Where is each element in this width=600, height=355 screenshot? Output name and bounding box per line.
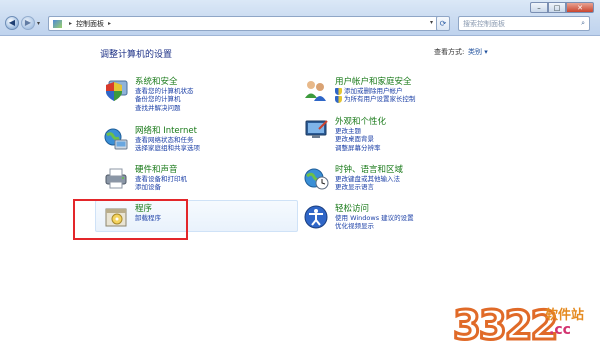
refresh-icon: ⟳ bbox=[439, 19, 447, 28]
category-system-security[interactable]: 系统和安全 查看您的计算机状态 备份您的计算机 查找并解决问题 bbox=[103, 77, 194, 112]
close-icon: ✕ bbox=[577, 3, 583, 12]
watermark-number: 3322 bbox=[451, 303, 559, 350]
search-input[interactable]: 搜索控制面板 ⌕ bbox=[458, 16, 590, 31]
close-button[interactable]: ✕ bbox=[566, 2, 594, 13]
category-link[interactable]: 添加设备 bbox=[135, 183, 187, 191]
maximize-icon: □ bbox=[553, 3, 561, 12]
link-text: 查找并解决问题 bbox=[135, 103, 181, 112]
category-title[interactable]: 轻松访问 bbox=[335, 204, 414, 214]
category-link[interactable]: 查找并解决问题 bbox=[135, 104, 194, 112]
control-panel-small-icon bbox=[53, 19, 62, 28]
network-icon bbox=[103, 126, 129, 152]
category-ease-of-access[interactable]: 轻松访问 使用 Windows 建议的设置 优化视频显示 bbox=[303, 204, 414, 231]
search-icon: ⌕ bbox=[581, 19, 585, 27]
page-title: 调整计算机的设置 bbox=[100, 50, 173, 60]
link-text: 备份您的计算机 bbox=[135, 95, 181, 104]
clock-globe-icon bbox=[303, 165, 329, 191]
search-placeholder: 搜索控制面板 bbox=[463, 19, 505, 28]
category-title[interactable]: 外观和个性化 bbox=[335, 117, 386, 127]
link-text: 选择家庭组和共享选项 bbox=[135, 144, 200, 153]
address-bar[interactable]: ▸ 控制面板 ▸ ▾ bbox=[48, 16, 448, 31]
minimize-icon: – bbox=[537, 3, 541, 12]
category-link[interactable]: 调整屏幕分辨率 bbox=[335, 144, 386, 152]
category-link[interactable]: 为所有用户设置家长控制 bbox=[335, 95, 416, 103]
link-text: 更改显示语言 bbox=[335, 183, 374, 192]
minimize-button[interactable]: – bbox=[530, 2, 548, 13]
watermark-text: 软件站 bbox=[545, 308, 585, 323]
category-title[interactable]: 用户帐户和家庭安全 bbox=[335, 77, 416, 87]
recent-pages-icon[interactable]: ▾ bbox=[37, 20, 40, 27]
maximize-button[interactable]: □ bbox=[548, 2, 566, 13]
users-icon bbox=[303, 77, 329, 103]
window-titlebar: – □ ✕ ◀ ▶ ▾ ▸ 控制面板 ▸ ▾ ⟳ 搜索控制面板 ⌕ bbox=[0, 0, 600, 36]
category-title[interactable]: 硬件和声音 bbox=[135, 165, 187, 175]
watermark-logo: 3322 软件站 .cc bbox=[451, 296, 600, 355]
refresh-button[interactable]: ⟳ bbox=[436, 16, 450, 31]
breadcrumb-item[interactable]: 控制面板 bbox=[76, 19, 104, 29]
category-link[interactable]: 更改显示语言 bbox=[335, 183, 403, 191]
link-text: 更改桌面背景 bbox=[335, 135, 374, 144]
category-link[interactable]: 优化视频显示 bbox=[335, 222, 414, 230]
category-network-internet[interactable]: 网络和 Internet 查看网络状态和任务 选择家庭组和共享选项 bbox=[103, 126, 200, 153]
uac-shield-icon bbox=[335, 87, 342, 95]
forward-arrow-icon: ▶ bbox=[24, 18, 32, 27]
printer-icon bbox=[103, 165, 129, 191]
link-text: 为所有用户设置家长控制 bbox=[344, 95, 416, 104]
ease-of-access-icon bbox=[303, 204, 329, 230]
back-arrow-icon: ◀ bbox=[8, 18, 16, 27]
breadcrumb-separator-icon: ▸ bbox=[69, 20, 73, 27]
highlight-box bbox=[73, 199, 188, 240]
category-hardware-sound[interactable]: 硬件和声音 查看设备和打印机 添加设备 bbox=[103, 165, 187, 192]
view-by-label: 查看方式: bbox=[434, 48, 465, 56]
category-clock-language-region[interactable]: 时钟、语言和区域 更改键盘或其他输入法 更改显示语言 bbox=[303, 165, 403, 192]
category-title[interactable]: 系统和安全 bbox=[135, 77, 194, 87]
link-text: 添加设备 bbox=[135, 183, 161, 192]
category-link[interactable]: 更改桌面背景 bbox=[335, 135, 386, 143]
uac-shield-icon bbox=[335, 96, 342, 104]
view-by-dropdown[interactable]: 类别 ▾ bbox=[468, 47, 488, 57]
category-title[interactable]: 网络和 Internet bbox=[135, 126, 200, 136]
appearance-icon bbox=[303, 117, 329, 143]
watermark-domain: .cc bbox=[549, 322, 571, 338]
shield-pc-icon bbox=[103, 77, 129, 103]
category-title[interactable]: 时钟、语言和区域 bbox=[335, 165, 403, 175]
forward-button[interactable]: ▶ bbox=[21, 16, 35, 30]
breadcrumb-separator-icon: ▸ bbox=[108, 20, 112, 27]
link-text: 调整屏幕分辨率 bbox=[335, 143, 381, 152]
category-user-accounts[interactable]: 用户帐户和家庭安全 添加或删除用户帐户 为所有用户设置家长控制 bbox=[303, 77, 416, 104]
back-button[interactable]: ◀ bbox=[5, 16, 19, 30]
category-link[interactable]: 备份您的计算机 bbox=[135, 95, 194, 103]
address-dropdown-icon[interactable]: ▾ bbox=[430, 19, 433, 26]
category-appearance[interactable]: 外观和个性化 更改主题 更改桌面背景 调整屏幕分辨率 bbox=[303, 117, 386, 152]
category-link[interactable]: 选择家庭组和共享选项 bbox=[135, 144, 200, 152]
link-text: 优化视频显示 bbox=[335, 222, 374, 231]
